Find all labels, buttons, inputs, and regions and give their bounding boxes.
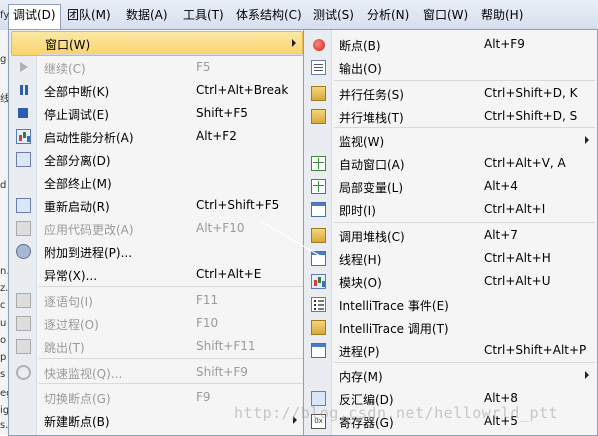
annotation-arrow-line (261, 221, 323, 258)
watermark: http://blog.csdn.net/hellowrld_ptt (234, 404, 559, 422)
